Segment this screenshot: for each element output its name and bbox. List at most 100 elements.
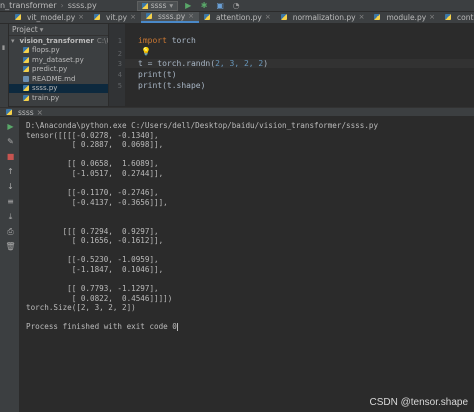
- up-arrow-icon[interactable]: ↑: [5, 166, 16, 177]
- tree-root-label: vision_transformer: [19, 36, 94, 45]
- run-config-select[interactable]: ssss ▾: [136, 0, 179, 11]
- close-icon[interactable]: ×: [429, 13, 435, 21]
- code-line: import torch: [138, 36, 196, 45]
- trash-icon[interactable]: 🗑: [5, 241, 16, 252]
- console-line: tensor([[[[-0.0278, -0.1340],: [26, 130, 159, 140]
- debug-icon[interactable]: ✱: [198, 1, 210, 11]
- close-icon[interactable]: ×: [78, 13, 84, 21]
- tab-project-spacer: [0, 12, 10, 23]
- project-header-label[interactable]: Project: [12, 25, 38, 34]
- code-line-current: t = torch.randn(2, 3, 2, 2): [125, 59, 474, 68]
- keyword: import: [138, 36, 167, 45]
- console-line: [[-0.5230, -1.0959],: [26, 255, 159, 265]
- project-tool-button[interactable]: ▮: [0, 28, 9, 68]
- navigation-bar: n_transformer › ssss.py ssss ▾ ▶ ✱ ▣ ◔: [0, 0, 474, 12]
- list-item[interactable]: flops.py: [9, 46, 108, 56]
- tree-file-label: predict.py: [32, 65, 68, 74]
- breadcrumb-file[interactable]: ssss.py: [68, 1, 97, 10]
- down-arrow-icon[interactable]: ↓: [5, 181, 16, 192]
- code-number-args: 2, 3, 2, 2: [215, 59, 264, 68]
- tab-ssss[interactable]: ssss.py ×: [140, 12, 200, 23]
- coverage-icon[interactable]: ▣: [214, 1, 226, 11]
- chevron-down-icon[interactable]: ▾: [11, 37, 15, 45]
- console-line: [[[ 0.7294, 0.9297],: [26, 226, 159, 236]
- close-icon[interactable]: ×: [130, 13, 136, 21]
- python-file-icon: [23, 66, 29, 73]
- console-line: [-1.1847, 0.1046]],: [26, 264, 164, 274]
- console-line: [[ 0.0658, 1.6089],: [26, 159, 159, 169]
- code-text: t = torch.randn(: [138, 59, 216, 68]
- run-config-label: ssss: [150, 1, 167, 10]
- code-editor[interactable]: 1 2 3 4 5 import torch 💡 t = torch.randn…: [109, 24, 474, 106]
- project-panel-header: Project ▾: [9, 24, 108, 36]
- tab-attention[interactable]: attention.py ×: [199, 12, 276, 23]
- close-icon[interactable]: ×: [359, 13, 365, 21]
- close-icon[interactable]: ×: [265, 13, 271, 21]
- tree-file-label: README.md: [32, 74, 76, 83]
- python-file-icon: [280, 14, 287, 20]
- breadcrumb-separator-icon: ›: [60, 1, 64, 10]
- tree-root-path: C:\Users\d: [96, 36, 108, 45]
- console-line: [ 0.0822, 0.4546]]]]): [26, 293, 173, 303]
- list-item[interactable]: my_dataset.py: [9, 55, 108, 65]
- breadcrumb-project[interactable]: n_transformer: [0, 1, 57, 10]
- console-line: [-0.4137, -0.3656]]],: [26, 197, 168, 207]
- python-file-icon: [204, 14, 211, 20]
- tab-label: ssss.py: [157, 12, 186, 21]
- python-file-icon: [145, 13, 152, 19]
- tab-label: module.py: [386, 12, 427, 22]
- chevron-down-icon[interactable]: ▾: [40, 25, 44, 34]
- console-line: [ 0.2887, 0.0698]],: [26, 140, 164, 150]
- tab-label: vit_model.py: [27, 12, 76, 22]
- console-line: D:\Anaconda\python.exe C:/Users/dell/Des…: [26, 121, 379, 130]
- soft-wrap-icon[interactable]: ≡: [5, 196, 16, 207]
- print-icon[interactable]: ⎙: [5, 226, 16, 237]
- console-output[interactable]: D:\Anaconda\python.exe C:/Users/dell/Des…: [20, 117, 474, 412]
- python-file-icon: [23, 56, 29, 63]
- tree-file-label: train.py: [32, 93, 60, 102]
- watermark: CSDN @tensor.shape: [369, 397, 468, 408]
- tab-vit-model[interactable]: vit_model.py ×: [10, 12, 89, 23]
- profile-icon[interactable]: ◔: [230, 1, 242, 11]
- run-tab[interactable]: ssss ×: [0, 108, 43, 117]
- markdown-file-icon: [23, 75, 29, 82]
- tree-file-label: ssss.py: [32, 84, 58, 93]
- python-file-icon: [15, 14, 21, 20]
- line-number: 3: [117, 60, 122, 68]
- lightbulb-icon[interactable]: 💡: [141, 47, 151, 56]
- tab-label: attention.py: [216, 12, 262, 22]
- tab-label: normalization.py: [292, 12, 356, 22]
- close-icon[interactable]: ×: [188, 12, 194, 20]
- list-item[interactable]: predict.py: [9, 65, 108, 75]
- run-toolbar: ▶ ✎ ■ ↑ ↓ ≡ ⤓ ⎙ 🗑: [0, 117, 20, 412]
- tab-module[interactable]: module.py ×: [369, 12, 440, 23]
- text-cursor: [176, 323, 178, 332]
- wrench-icon[interactable]: ✎: [5, 136, 16, 147]
- stop-icon[interactable]: ■: [5, 151, 16, 162]
- project-panel: Project ▾ ▾ vision_transformer C:\Users\…: [9, 24, 109, 106]
- close-icon[interactable]: ×: [37, 108, 43, 117]
- tree-root[interactable]: ▾ vision_transformer C:\Users\d: [9, 36, 108, 46]
- tab-contain[interactable]: contain: [440, 12, 474, 23]
- rerun-icon[interactable]: ▶: [5, 121, 16, 132]
- console-line: [[-0.1170, -0.2746],: [26, 188, 159, 198]
- exit-message: Process finished with exit code 0: [26, 322, 177, 332]
- list-item[interactable]: train.py: [9, 93, 108, 103]
- scroll-to-end-icon[interactable]: ⤓: [5, 211, 16, 222]
- tab-vit[interactable]: vit.py ×: [89, 12, 141, 23]
- list-item[interactable]: README.md: [9, 74, 108, 84]
- python-file-icon: [23, 47, 29, 54]
- line-number: 5: [117, 82, 122, 90]
- list-item-selected[interactable]: ssss.py: [9, 83, 108, 93]
- run-tab-label: ssss: [18, 107, 34, 117]
- console-line: torch.Size([2, 3, 2, 2]): [26, 303, 136, 313]
- code-line: print(t): [138, 70, 177, 79]
- run-icon[interactable]: ▶: [182, 1, 194, 11]
- tab-normalization[interactable]: normalization.py ×: [276, 12, 370, 23]
- breadcrumb: n_transformer › ssss.py: [0, 1, 97, 10]
